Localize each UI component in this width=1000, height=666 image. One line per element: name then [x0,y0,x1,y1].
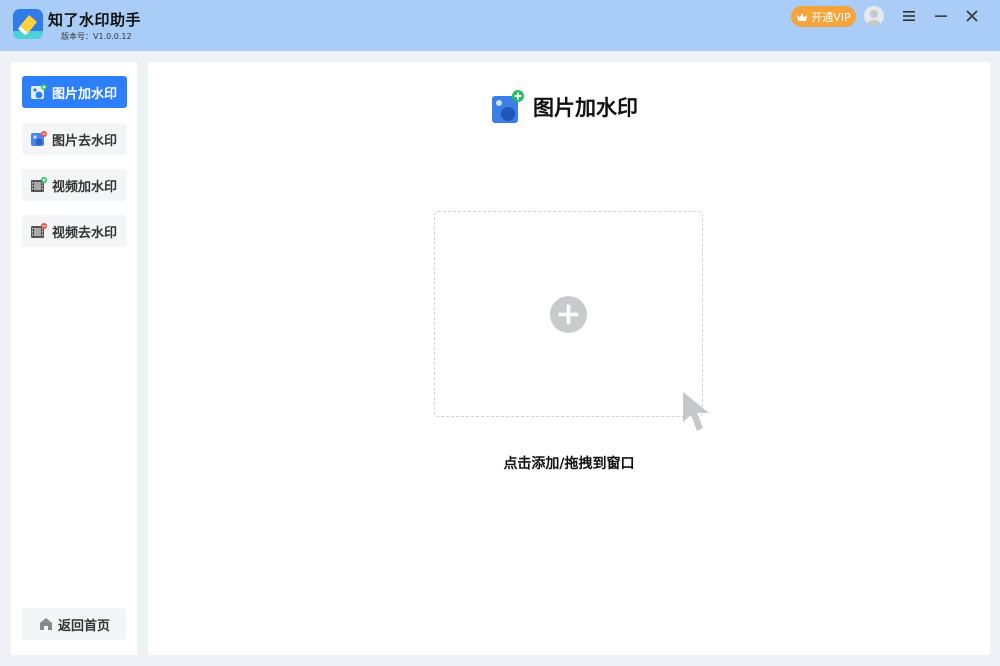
avatar[interactable] [864,6,884,26]
sidebar-item-label: 视频去水印 [52,225,118,241]
app-logo-icon [13,9,43,39]
menu-button[interactable] [899,6,919,26]
vip-button[interactable]: 开通VIP [791,6,856,27]
video-remove-icon [31,223,47,239]
sidebar-item-image-add-watermark[interactable]: 图片加水印 [22,76,127,108]
file-drop-zone[interactable] [434,211,703,417]
vip-label: 开通VIP [811,10,851,24]
back-home-button[interactable]: 返回首页 [22,608,127,640]
user-icon [867,10,881,26]
image-remove-icon [31,131,47,147]
sidebar-item-label: 视频加水印 [52,179,118,195]
app-version: 版本号：V1.0.0.12 [61,32,132,41]
video-add-icon [31,177,47,193]
minimize-button[interactable] [931,6,951,26]
close-button[interactable] [962,6,982,26]
drop-hint: 点击添加/拖拽到窗口 [503,456,635,472]
cursor-pointer-icon [683,392,709,431]
image-add-icon [31,84,47,100]
minimize-icon [935,15,947,17]
plus-circle-icon [549,295,588,334]
sidebar-item-video-remove-watermark[interactable]: 视频去水印 [22,215,127,247]
sidebar-item-image-remove-watermark[interactable]: 图片去水印 [22,123,127,155]
page-title: 图片加水印 [492,90,638,124]
back-home-label: 返回首页 [57,618,110,634]
hamburger-menu-icon [903,11,915,21]
sidebar-item-label: 图片加水印 [52,86,118,102]
home-icon [39,618,52,630]
close-icon [966,10,978,22]
sidebar-item-video-add-watermark[interactable]: 视频加水印 [22,169,127,201]
sidebar: 图片加水印 图片去水印 视频加水印 视频去水印 返回首页 [11,62,137,655]
image-add-icon [492,90,524,123]
main-panel: 图片加水印 点击添加/拖拽到窗口 [148,62,990,655]
sidebar-item-label: 图片去水印 [52,133,118,149]
app-name: 知了水印助手 [48,11,142,29]
crown-icon [797,12,808,21]
page-title-text: 图片加水印 [533,96,638,120]
title-bar: 知了水印助手 版本号：V1.0.0.12 开通VIP [0,0,1000,51]
